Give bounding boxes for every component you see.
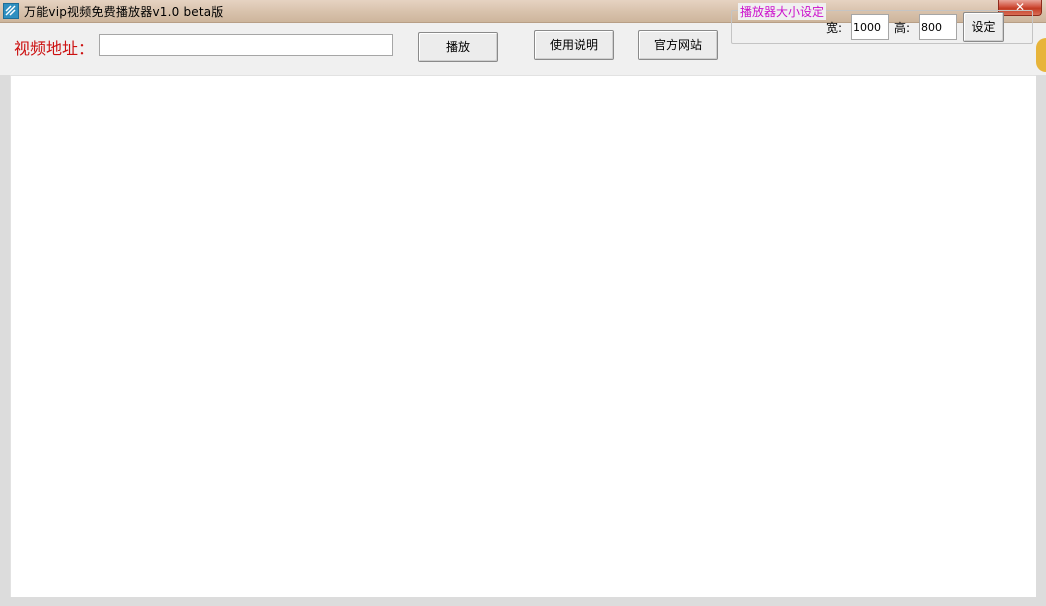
play-button[interactable]: 播放 xyxy=(418,32,498,62)
url-input[interactable] xyxy=(99,34,393,56)
width-input[interactable] xyxy=(851,14,889,40)
background-window-edge xyxy=(1036,38,1046,72)
window-title: 万能vip视频免费播放器v1.0 beta版 xyxy=(24,3,224,20)
app-icon xyxy=(3,3,19,19)
height-input[interactable] xyxy=(919,14,957,40)
video-player-area[interactable] xyxy=(10,75,1036,597)
width-label: 宽: xyxy=(826,19,842,36)
height-label: 高: xyxy=(894,19,910,36)
official-site-button[interactable]: 官方网站 xyxy=(638,30,718,60)
apply-size-button[interactable]: 设定 xyxy=(963,12,1004,42)
help-button[interactable]: 使用说明 xyxy=(534,30,614,60)
player-size-group-title: 播放器大小设定 xyxy=(738,3,826,20)
url-label: 视频地址： xyxy=(14,35,94,59)
